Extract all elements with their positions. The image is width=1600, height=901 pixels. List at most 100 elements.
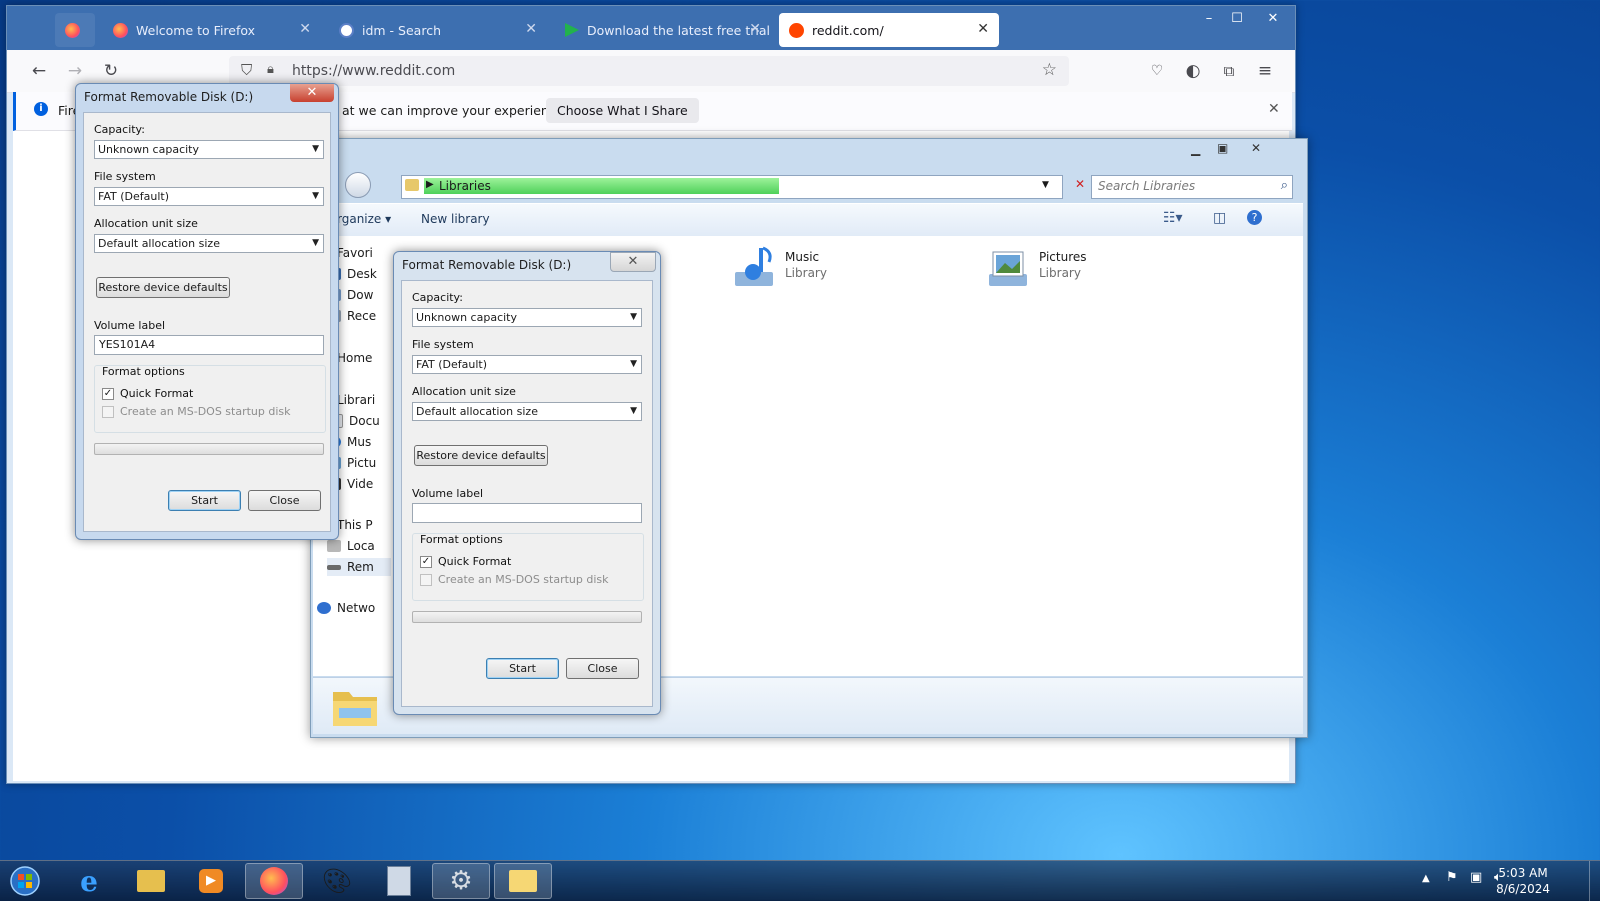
close-button[interactable]: Close xyxy=(566,658,639,679)
taskbar-internet-explorer[interactable]: e xyxy=(60,863,118,899)
filesystem-select[interactable]: FAT (Default) ▼ xyxy=(94,187,324,206)
nav-label: Rece xyxy=(347,309,377,323)
format-options-label: Format options xyxy=(420,533,503,546)
tab-close-icon[interactable]: ✕ xyxy=(299,21,311,37)
capacity-select[interactable]: Unknown capacity ▼ xyxy=(412,308,642,327)
show-desktop-button[interactable] xyxy=(1589,861,1600,901)
preview-pane-icon[interactable]: ◫ xyxy=(1213,210,1226,226)
account-icon[interactable]: ◐ xyxy=(1181,60,1205,82)
tab-label: Welcome to Firefox xyxy=(136,22,256,38)
taskbar-settings[interactable]: ⚙ xyxy=(432,863,490,899)
show-hidden-icons-icon[interactable]: ▲ xyxy=(1422,873,1430,884)
capacity-value: Unknown capacity xyxy=(98,143,199,156)
explorer-close-button[interactable]: ✕ xyxy=(1251,141,1261,155)
start-button[interactable] xyxy=(2,863,48,899)
capacity-select[interactable]: Unknown capacity ▼ xyxy=(94,140,324,159)
tab-reddit[interactable]: reddit.com/ ✕ xyxy=(779,13,999,47)
library-type: Library xyxy=(1039,266,1081,280)
stop-icon[interactable]: ✕ xyxy=(1070,177,1090,195)
search-libraries-input[interactable]: Search Libraries ⌕ xyxy=(1091,175,1293,199)
close-window-button[interactable]: ✕ xyxy=(1259,10,1287,28)
network-status-icon[interactable]: ▣ xyxy=(1470,870,1482,885)
msdos-checkbox[interactable] xyxy=(420,574,432,586)
firefox-icon xyxy=(260,867,288,895)
dialog-close-icon[interactable]: ✕ xyxy=(610,252,656,272)
bookmark-star-icon[interactable]: ☆ xyxy=(1042,60,1057,80)
taskbar-firefox[interactable] xyxy=(245,863,303,899)
quick-format-checkbox[interactable]: ✓ xyxy=(102,388,114,400)
choose-what-i-share-button[interactable]: Choose What I Share xyxy=(546,98,699,123)
allocation-select[interactable]: Default allocation size ▼ xyxy=(94,234,324,253)
shield-icon[interactable]: ⛉ xyxy=(241,61,252,79)
allocation-select[interactable]: Default allocation size ▼ xyxy=(412,402,642,421)
extensions-icon[interactable]: ⧉ xyxy=(1217,60,1241,82)
libraries-icon xyxy=(405,179,419,191)
close-notification-icon[interactable]: ✕ xyxy=(1268,101,1280,117)
address-bar[interactable]: ▶ Libraries ▼ ✕ xyxy=(401,175,1085,199)
close-button[interactable]: Close xyxy=(248,490,321,511)
lock-icon[interactable]: 🔒︎ xyxy=(267,62,274,77)
tab-close-icon[interactable]: ✕ xyxy=(749,21,761,37)
breadcrumb-chevron-icon[interactable]: ▶ xyxy=(426,179,434,190)
tab-close-icon[interactable]: ✕ xyxy=(977,21,989,37)
start-button[interactable]: Start xyxy=(486,658,559,679)
tab-close-icon[interactable]: ✕ xyxy=(525,21,537,37)
reload-icon[interactable]: ↻ xyxy=(99,60,123,82)
explorer-minimize-button[interactable]: ▁ xyxy=(1191,142,1200,156)
nav-item-local-disk[interactable]: Loca xyxy=(327,537,401,555)
minimize-button[interactable]: – xyxy=(1195,10,1223,28)
maximize-button[interactable]: ☐ xyxy=(1223,10,1251,28)
new-library-button[interactable]: New library xyxy=(421,212,490,226)
forward-nav-icon[interactable] xyxy=(345,172,371,198)
menu-icon[interactable]: ≡ xyxy=(1253,60,1277,82)
volume-label-input[interactable]: YES101A4 xyxy=(94,335,324,355)
taskbar-media-player[interactable]: ▶ xyxy=(182,863,240,899)
explorer-maximize-button[interactable]: ▣ xyxy=(1217,141,1228,155)
taskbar-file-explorer[interactable] xyxy=(122,863,180,899)
action-center-flag-icon[interactable]: ⚑ xyxy=(1446,870,1458,885)
start-button[interactable]: Start xyxy=(168,490,241,511)
search-icon[interactable]: ⌕ xyxy=(1281,178,1288,193)
tab-search[interactable]: idm - Search ✕ xyxy=(329,13,547,47)
view-options-icon[interactable]: ☷▾ xyxy=(1163,210,1183,226)
restore-defaults-button[interactable]: Restore device defaults xyxy=(414,445,548,466)
volume-label-input[interactable] xyxy=(412,503,642,523)
pocket-icon[interactable]: ♡ xyxy=(1145,60,1169,82)
allocation-value: Default allocation size xyxy=(416,405,538,418)
network-icon xyxy=(317,602,331,614)
system-clock[interactable]: 5:03 AM 8/6/2024 xyxy=(1496,865,1550,897)
filesystem-value: FAT (Default) xyxy=(416,358,487,371)
nav-item-removable-disk[interactable]: Rem xyxy=(327,558,401,576)
taskbar-folder[interactable] xyxy=(494,863,552,899)
filesystem-select[interactable]: FAT (Default) ▼ xyxy=(412,355,642,374)
tab-welcome[interactable]: Welcome to Firefox ✕ xyxy=(103,13,321,47)
nav-label: Dow xyxy=(347,288,374,302)
organize-button[interactable]: rganize ▾ xyxy=(337,212,391,226)
library-music[interactable]: Music Library xyxy=(731,244,931,292)
library-name: Pictures xyxy=(1039,250,1087,264)
tab-firefox-view[interactable] xyxy=(55,13,95,47)
back-icon[interactable]: ← xyxy=(27,60,51,82)
address-dropdown-icon[interactable]: ▼ xyxy=(1042,180,1049,190)
breadcrumb[interactable]: Libraries xyxy=(439,179,491,193)
taskbar-paint[interactable]: 🎨︎ xyxy=(308,863,366,899)
url-bar[interactable]: ⛉ 🔒︎ https://www.reddit.com ☆ xyxy=(229,56,1069,86)
msdos-label: Create an MS-DOS startup disk xyxy=(438,573,609,586)
nav-item-network[interactable]: Netwo xyxy=(317,599,391,617)
calculator-icon xyxy=(387,866,411,896)
library-pictures[interactable]: Pictures Library xyxy=(985,244,1185,292)
help-icon[interactable]: ? xyxy=(1247,210,1262,225)
dropdown-arrow-icon: ▼ xyxy=(630,359,637,369)
internet-explorer-icon: e xyxy=(80,864,98,898)
nav-label: Vide xyxy=(347,477,374,491)
tab-download[interactable]: Download the latest free trial ve ✕ xyxy=(555,13,771,47)
command-bar: rganize ▾ New library ☷▾ ◫ ? xyxy=(313,203,1303,237)
dropdown-arrow-icon: ▼ xyxy=(630,406,637,416)
restore-defaults-button[interactable]: Restore device defaults xyxy=(96,277,230,298)
msdos-checkbox[interactable] xyxy=(102,406,114,418)
url-text[interactable]: https://www.reddit.com xyxy=(292,63,455,79)
quick-format-checkbox[interactable]: ✓ xyxy=(420,556,432,568)
dialog-close-icon[interactable]: ✕ xyxy=(290,84,334,102)
taskbar-calculator[interactable] xyxy=(370,863,428,899)
forward-icon[interactable]: → xyxy=(63,60,87,82)
